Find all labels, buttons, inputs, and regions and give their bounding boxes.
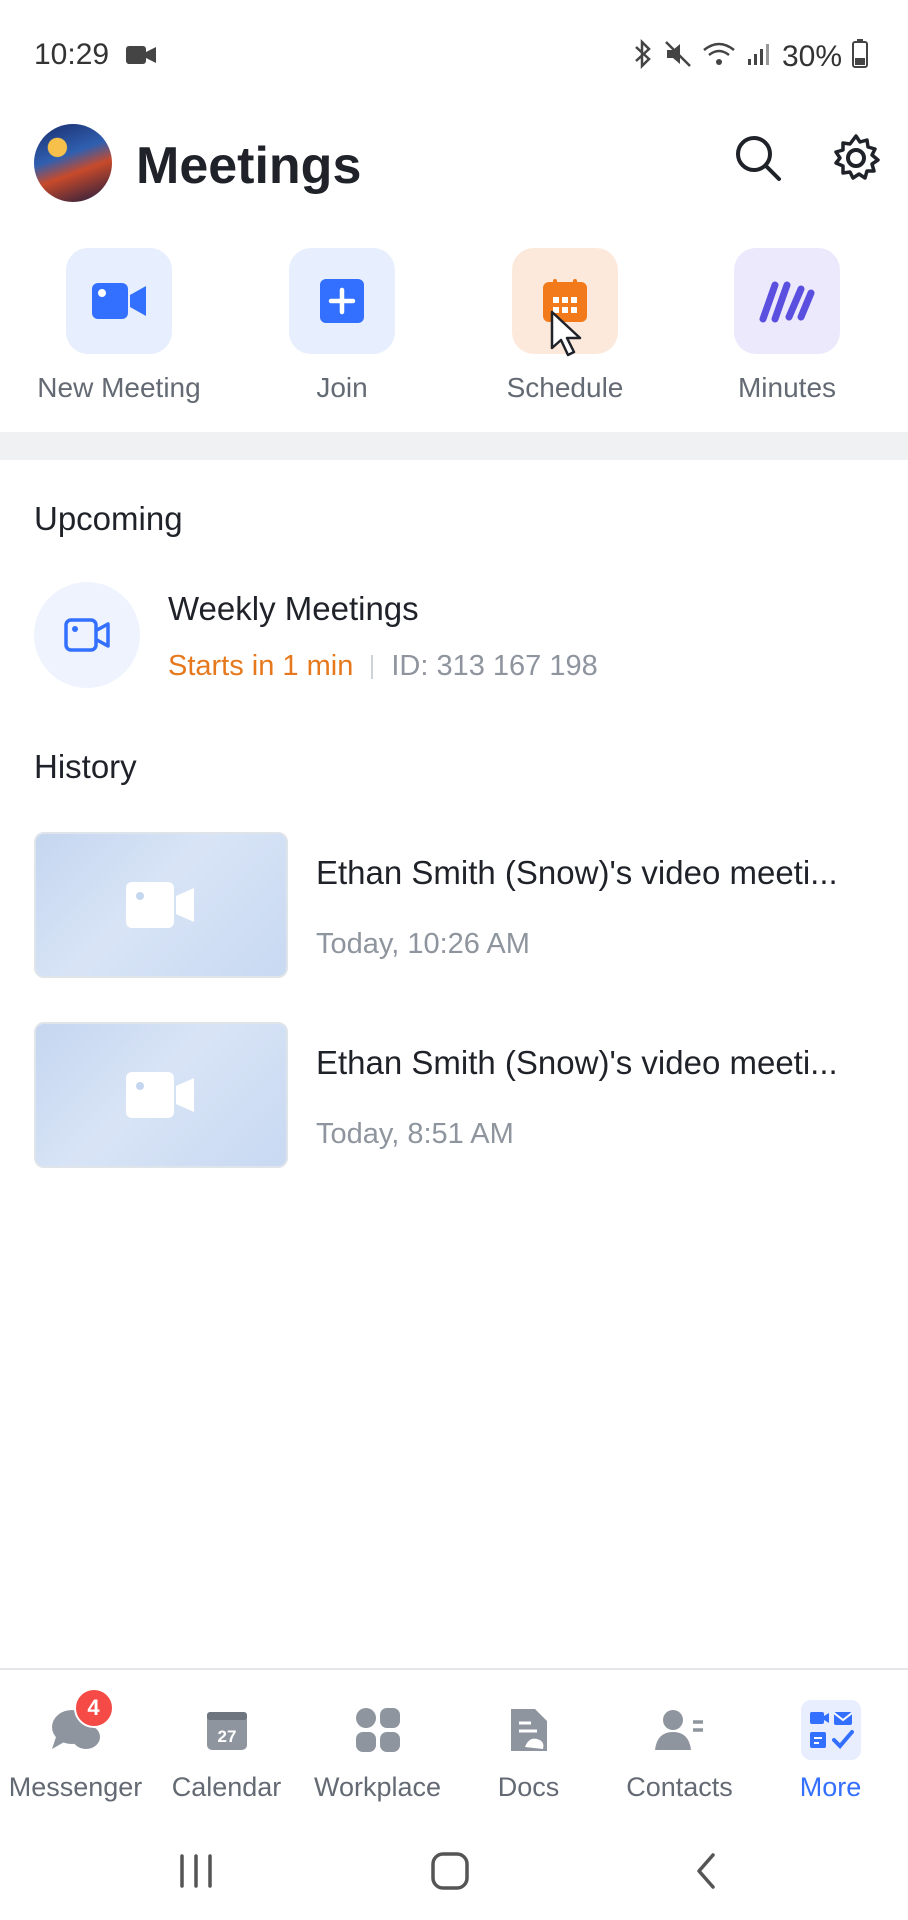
video-camera-icon (92, 283, 146, 319)
minutes-tile (734, 248, 840, 354)
minutes-button[interactable]: Minutes (697, 248, 877, 404)
nav-docs[interactable]: Docs (453, 1700, 604, 1803)
nav-docs-label: Docs (497, 1772, 560, 1802)
meta-separator (371, 654, 374, 679)
contacts-icon-wrap (650, 1700, 710, 1760)
video-camera-icon (126, 1072, 194, 1118)
search-button[interactable] (730, 130, 786, 186)
battery-icon (852, 38, 868, 76)
nav-more[interactable]: More (755, 1700, 906, 1803)
upcoming-meeting-title: Weekly Meetings (168, 590, 419, 627)
history-item-title: Ethan Smith (Snow)'s video meeti... (316, 1044, 838, 1081)
nav-messenger[interactable]: 4 Messenger (0, 1688, 151, 1803)
new-meeting-label: New Meeting (37, 372, 201, 403)
home-icon (431, 1852, 469, 1890)
nav-workplace[interactable]: Workplace (302, 1700, 453, 1803)
join-tile (289, 248, 395, 354)
recent-apps-icon (180, 1854, 212, 1888)
new-meeting-button[interactable]: New Meeting (29, 248, 209, 404)
unread-badge: 4 (73, 1688, 114, 1728)
bluetooth-icon (632, 38, 654, 76)
messenger-icon-wrap: 4 (46, 1688, 114, 1760)
minutes-label: Minutes (737, 372, 837, 403)
more-icon-wrap (800, 1700, 861, 1760)
video-camera-outline-icon (64, 618, 110, 652)
history-item-time: Today, 8:51 AM (316, 1118, 514, 1150)
calendar-day: 27 (217, 1727, 236, 1746)
more-apps-icon (809, 1712, 854, 1749)
nav-calendar[interactable]: 27 Calendar (151, 1700, 302, 1803)
nav-contacts[interactable]: Contacts (604, 1700, 755, 1803)
status-time: 10:29 (34, 38, 110, 71)
avatar[interactable] (34, 124, 112, 202)
upcoming-meeting-icon-wrap (34, 582, 140, 688)
history-section-label: History (34, 748, 137, 785)
document-icon (510, 1709, 547, 1751)
signal-icon (746, 41, 772, 74)
nav-contacts-label: Contacts (626, 1772, 733, 1802)
search-icon (736, 136, 781, 181)
contact-person-icon (654, 1710, 703, 1750)
nav-workplace-label: Workplace (313, 1772, 442, 1802)
docs-icon-wrap (499, 1700, 559, 1760)
history-thumbnail (34, 1022, 288, 1168)
recent-apps-button[interactable] (166, 1846, 226, 1896)
join-label: Join (316, 372, 368, 403)
back-chevron-icon (697, 1853, 715, 1889)
mute-icon (664, 40, 692, 75)
meeting-id: ID: 313 167 198 (391, 650, 598, 682)
screen-record-icon (126, 44, 156, 64)
back-button[interactable] (676, 1846, 736, 1896)
section-divider (0, 432, 908, 460)
upcoming-meeting-meta: Starts in 1 min ID: 313 167 198 (168, 650, 598, 683)
mouse-cursor-icon (550, 310, 584, 363)
schedule-label: Schedule (506, 372, 624, 403)
nav-more-label: More (799, 1772, 862, 1802)
video-camera-icon (126, 882, 194, 928)
upcoming-section-label: Upcoming (34, 500, 183, 537)
gear-icon (834, 134, 880, 180)
settings-button[interactable] (828, 130, 884, 186)
battery-percentage: 30% (781, 40, 842, 73)
calendar-icon: 27 (206, 1712, 247, 1750)
history-thumbnail (34, 832, 288, 978)
minutes-icon (759, 281, 815, 323)
join-button[interactable]: Join (252, 248, 432, 404)
calendar-nav-icon-wrap: 27 (197, 1700, 257, 1760)
workplace-icon-wrap (348, 1700, 408, 1760)
plus-square-icon (320, 279, 364, 323)
nav-messenger-label: Messenger (8, 1772, 143, 1802)
grid-apps-icon (355, 1708, 400, 1752)
page-title: Meetings (136, 137, 362, 195)
history-item-time: Today, 10:26 AM (316, 928, 530, 960)
new-meeting-tile (66, 248, 172, 354)
bottom-nav-border (0, 1668, 908, 1670)
wifi-icon (702, 40, 736, 75)
home-button[interactable] (420, 1846, 480, 1896)
meeting-start-status: Starts in 1 min (168, 650, 354, 682)
history-item-title: Ethan Smith (Snow)'s video meeti... (316, 854, 838, 891)
status-icons: 30% (632, 38, 868, 76)
nav-calendar-label: Calendar (171, 1772, 282, 1802)
